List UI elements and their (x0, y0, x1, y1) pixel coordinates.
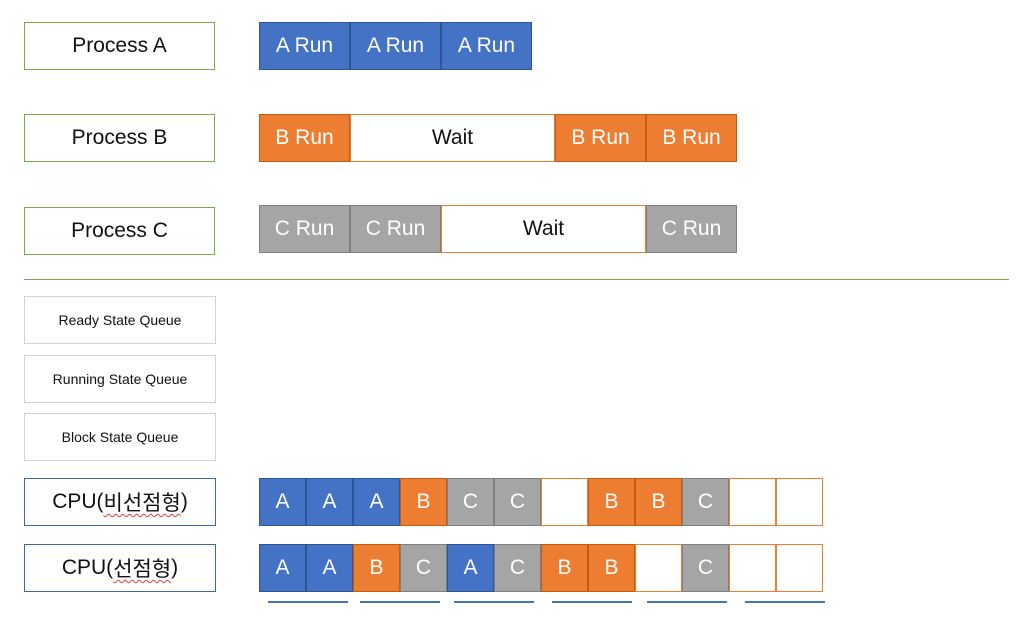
cropped-shape-edge (454, 601, 534, 603)
run-segment: C Run (259, 205, 350, 253)
cpu-preemptive-korean: 선점형 (113, 558, 172, 581)
cpu-slot-empty (729, 544, 776, 592)
run-segment: B Run (646, 114, 737, 162)
process-c-label-text: Process C (71, 219, 168, 242)
run-segment: B Run (555, 114, 646, 162)
cpu-slot-empty (776, 544, 823, 592)
cpu-slot-empty (635, 544, 682, 592)
cpu-slot-c: C (494, 544, 541, 592)
cpu-slot-b: B (635, 478, 682, 526)
run-segment: A Run (259, 22, 350, 70)
cpu-slot-b: B (353, 544, 400, 592)
run-segment: A Run (441, 22, 532, 70)
running-state-queue: Running State Queue (24, 355, 216, 403)
cpu-slot-empty (776, 478, 823, 526)
cpu-nonpreemptive-prefix: CPU( (52, 490, 104, 513)
cpu-slot-a: A (447, 544, 494, 592)
section-divider (24, 279, 1009, 280)
process-b-label: Process B (24, 114, 215, 162)
wait-segment: Wait (441, 205, 646, 253)
cpu-slot-empty (541, 478, 588, 526)
process-c-timeline: C Run C Run Wait C Run (259, 205, 737, 253)
cropped-shape-edge (268, 601, 348, 603)
ready-state-queue-label: Ready State Queue (58, 312, 182, 328)
cpu-slot-a: A (353, 478, 400, 526)
process-a-timeline: A Run A Run A Run (259, 22, 532, 70)
cropped-shape-edge (552, 601, 632, 603)
cpu-nonpreemptive-korean: 비선점형 (103, 492, 181, 515)
cpu-slot-c: C (682, 478, 729, 526)
cpu-slot-a: A (306, 544, 353, 592)
process-c-label: Process C (24, 207, 215, 255)
cpu-slot-empty (729, 478, 776, 526)
block-state-queue: Block State Queue (24, 413, 216, 461)
run-segment: A Run (350, 22, 441, 70)
running-state-queue-label: Running State Queue (52, 371, 188, 387)
cpu-preemptive-prefix: CPU( (61, 556, 114, 579)
cpu-nonpreemptive-label: CPU(비선점형) (24, 478, 216, 526)
cpu-slot-c: C (447, 478, 494, 526)
process-a-label: Process A (24, 22, 215, 70)
block-state-queue-label: Block State Queue (61, 429, 179, 445)
process-b-timeline: B Run Wait B Run B Run (259, 114, 737, 162)
cropped-shape-edge (745, 601, 825, 603)
cpu-slot-b: B (541, 544, 588, 592)
run-segment: C Run (350, 205, 441, 253)
wait-segment: Wait (350, 114, 555, 162)
run-segment: C Run (646, 205, 737, 253)
cpu-slot-b: B (588, 478, 635, 526)
cpu-preemptive-label: CPU(선점형) (24, 544, 216, 592)
cpu-preemptive-suffix: ) (171, 556, 179, 579)
cpu-slot-a: A (306, 478, 353, 526)
cpu-slot-c: C (682, 544, 729, 592)
run-segment: B Run (259, 114, 350, 162)
process-a-label-text: Process A (72, 34, 167, 57)
cpu-nonpreemptive-timeline: AAABCCBBC (259, 478, 823, 526)
cpu-slot-a: A (259, 544, 306, 592)
cropped-shape-edge (360, 601, 440, 603)
cpu-slot-a: A (259, 478, 306, 526)
cpu-preemptive-timeline: AABCACBBC (259, 544, 823, 592)
cpu-slot-c: C (494, 478, 541, 526)
cpu-slot-c: C (400, 544, 447, 592)
cpu-slot-b: B (588, 544, 635, 592)
ready-state-queue: Ready State Queue (24, 296, 216, 344)
cropped-shape-edge (647, 601, 727, 603)
cpu-nonpreemptive-suffix: ) (180, 490, 188, 513)
process-b-label-text: Process B (71, 126, 168, 149)
cpu-slot-b: B (400, 478, 447, 526)
